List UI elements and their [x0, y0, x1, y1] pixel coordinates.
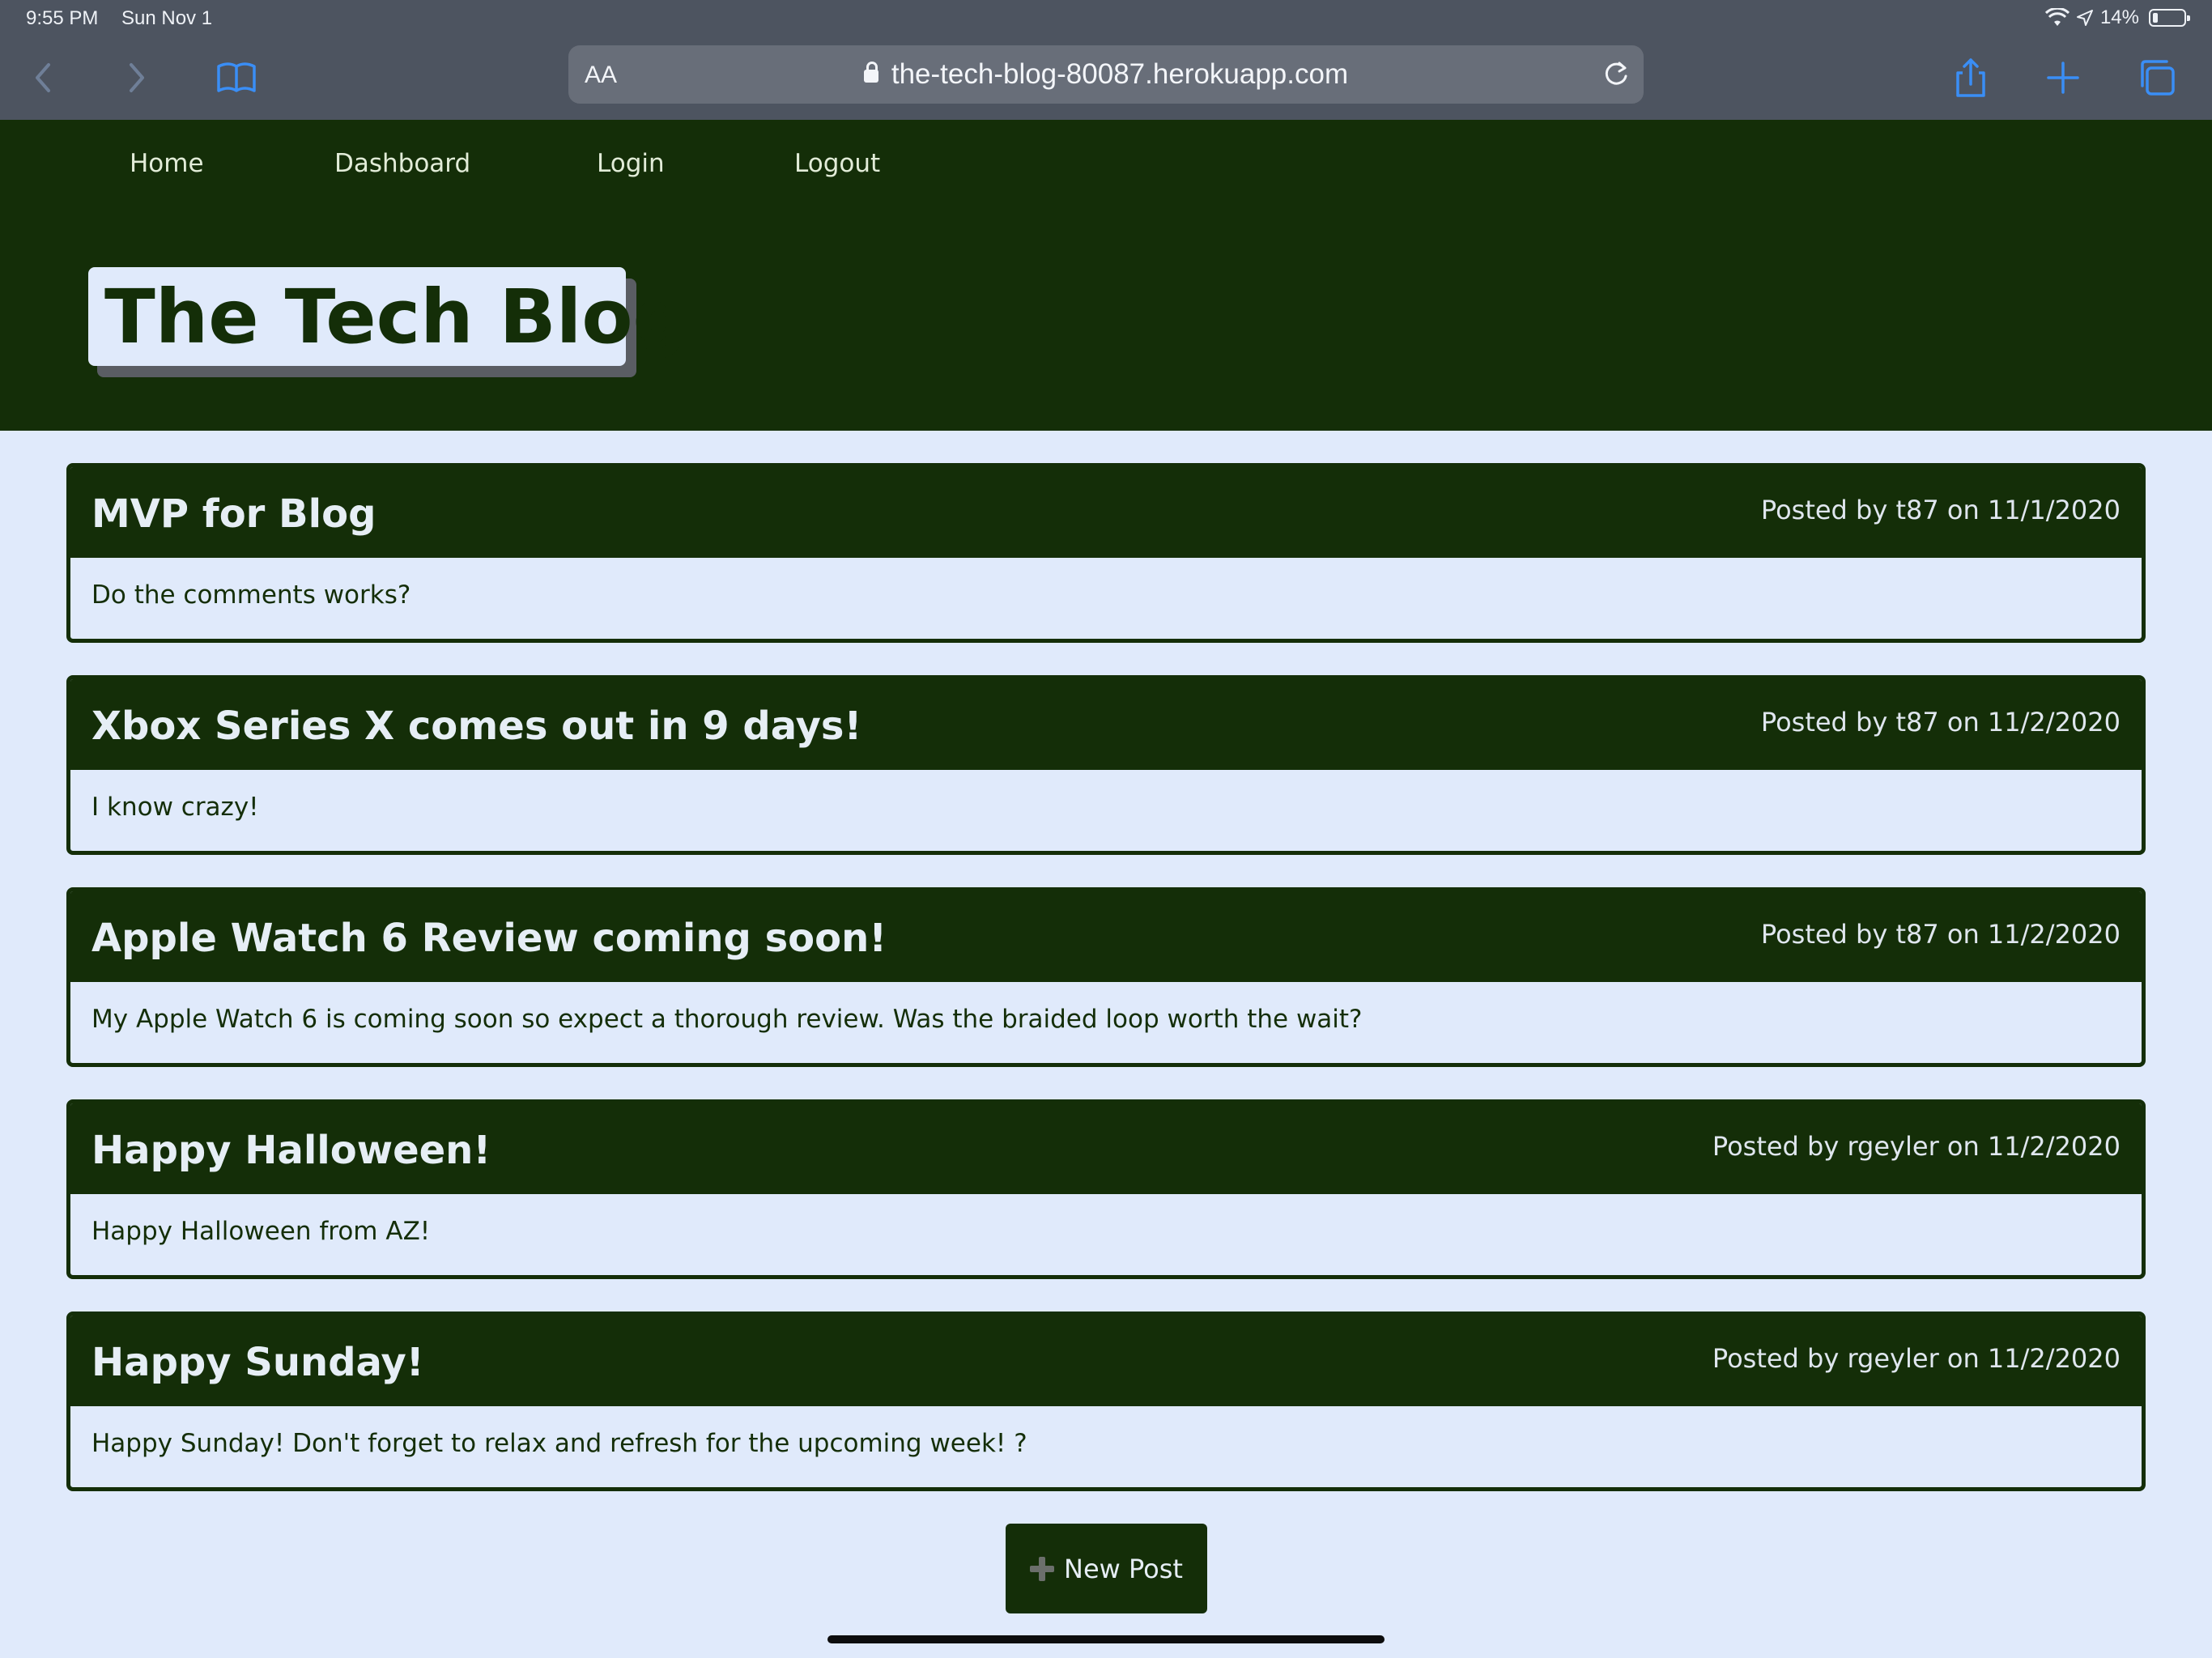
post-header: Happy Halloween! Posted by rgeyler on 11…	[70, 1103, 2142, 1194]
plus-icon	[1030, 1556, 1055, 1581]
nav-login-link[interactable]: Login	[597, 149, 665, 178]
status-indicators: 14%	[2044, 6, 2190, 29]
forward-icon[interactable]	[113, 55, 159, 100]
post-body: Do the comments works?	[91, 580, 411, 610]
address-bar[interactable]: AA the-tech-blog-80087.herokuapp.com	[568, 45, 1644, 104]
site-title: The Tech Blog	[88, 267, 686, 366]
post-meta: Posted by t87 on 11/2/2020	[1760, 919, 2121, 950]
reload-icon[interactable]	[1600, 58, 1632, 91]
post-title[interactable]: Happy Sunday!	[91, 1340, 424, 1385]
location-icon	[2076, 10, 2093, 26]
tabs-icon[interactable]	[2134, 55, 2180, 100]
post-header: Happy Sunday! Posted by rgeyler on 11/2/…	[70, 1316, 2142, 1406]
post-card[interactable]: Happy Halloween! Posted by rgeyler on 11…	[66, 1099, 2146, 1279]
post-title[interactable]: MVP for Blog	[91, 491, 376, 537]
battery-percent: 14%	[2099, 6, 2139, 28]
bookmarks-icon[interactable]	[214, 55, 259, 100]
url-display[interactable]: the-tech-blog-80087.herokuapp.com	[568, 58, 1644, 91]
post-meta: Posted by rgeyler on 11/2/2020	[1712, 1131, 2121, 1162]
nav-logout-link[interactable]: Logout	[794, 149, 880, 178]
post-body: My Apple Watch 6 is coming soon so expec…	[91, 1005, 1363, 1034]
post-meta: Posted by t87 on 11/1/2020	[1760, 495, 2121, 525]
post-meta: Posted by t87 on 11/2/2020	[1760, 707, 2121, 738]
post-header: Xbox Series X comes out in 9 days! Poste…	[70, 679, 2142, 770]
url-text: the-tech-blog-80087.herokuapp.com	[891, 58, 1349, 90]
new-tab-icon[interactable]	[2040, 55, 2086, 100]
nav-dashboard-link[interactable]: Dashboard	[334, 149, 470, 178]
post-title[interactable]: Apple Watch 6 Review coming soon!	[91, 916, 887, 961]
site-header: Home Dashboard Login Logout The Tech Blo…	[0, 120, 2212, 431]
battery-icon	[2149, 9, 2190, 27]
post-header: MVP for Blog Posted by t87 on 11/1/2020	[70, 467, 2142, 558]
post-header: Apple Watch 6 Review coming soon! Posted…	[70, 891, 2142, 982]
post-card[interactable]: MVP for Blog Posted by t87 on 11/1/2020 …	[66, 463, 2146, 643]
share-icon[interactable]	[1948, 55, 1993, 100]
post-body: I know crazy!	[91, 793, 259, 822]
browser-toolbar: AA the-tech-blog-80087.herokuapp.com	[0, 37, 2212, 120]
nav-home-link[interactable]: Home	[130, 149, 204, 178]
post-card[interactable]: Xbox Series X comes out in 9 days! Poste…	[66, 675, 2146, 855]
post-title[interactable]: Happy Halloween!	[91, 1128, 491, 1173]
post-title[interactable]: Xbox Series X comes out in 9 days!	[91, 704, 861, 749]
status-date: Sun Nov 1	[121, 7, 213, 29]
main-nav: Home Dashboard Login Logout	[0, 120, 2212, 209]
lock-icon	[863, 62, 878, 83]
status-bar: 9:55 PM Sun Nov 1 14%	[0, 0, 2212, 37]
post-meta: Posted by rgeyler on 11/2/2020	[1712, 1343, 2121, 1374]
home-indicator[interactable]	[827, 1635, 1385, 1643]
new-post-button[interactable]: New Post	[1006, 1524, 1207, 1613]
post-list: MVP for Blog Posted by t87 on 11/1/2020 …	[66, 463, 2146, 1524]
wifi-icon	[2044, 8, 2069, 26]
post-card[interactable]: Apple Watch 6 Review coming soon! Posted…	[66, 887, 2146, 1067]
status-time: 9:55 PM	[26, 7, 99, 29]
post-card[interactable]: Happy Sunday! Posted by rgeyler on 11/2/…	[66, 1312, 2146, 1491]
new-post-label: New Post	[1064, 1553, 1183, 1584]
back-icon[interactable]	[21, 55, 66, 100]
post-body: Happy Halloween from AZ!	[91, 1217, 431, 1246]
post-body: Happy Sunday! Don't forget to relax and …	[91, 1429, 1027, 1458]
